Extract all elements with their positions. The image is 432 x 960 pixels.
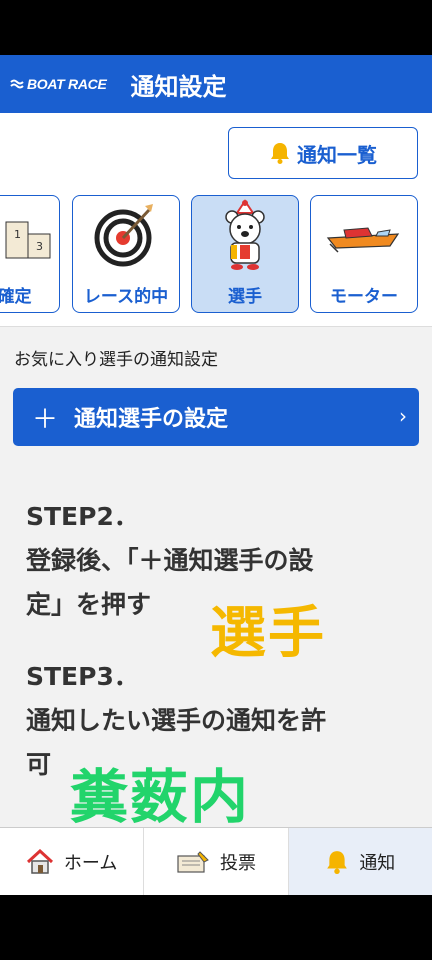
step2-line1: 登録後、「＋通知選手の設 [26, 546, 314, 575]
status-bar [0, 0, 432, 55]
app-screen: BOAT RACE 通知設定 通知一覧 1 3 ス [0, 55, 432, 895]
app-header: BOAT RACE 通知設定 [0, 55, 432, 113]
ticket-icon [176, 850, 210, 874]
system-nav-bar [0, 895, 432, 960]
nav-home[interactable]: ホーム [0, 828, 145, 895]
bell-icon [325, 848, 349, 876]
tab-race-result[interactable]: 1 3 ス確定 [0, 195, 60, 313]
nav-vote-label: 投票 [219, 852, 256, 874]
chevron-right-icon: › [399, 404, 407, 428]
step3-line1: 通知したい選手の通知を許 [26, 706, 327, 735]
step2-title: STEP2． [26, 502, 139, 531]
tab-race-result-label: ス確定 [0, 286, 32, 307]
tab-racer[interactable]: 選手 [191, 195, 299, 313]
tab-racer-label: 選手 [228, 286, 262, 307]
favorite-racer-setting-button[interactable]: ＋ 通知選手の設定 › [13, 388, 419, 446]
tab-race-hit-label: レース的中 [83, 286, 169, 307]
tab-race-hit[interactable]: レース的中 [72, 195, 180, 313]
setting-button-label: 通知選手の設定 [74, 407, 229, 432]
boatrace-logo[interactable]: BOAT RACE [10, 76, 107, 92]
bottom-navigation: ホーム 投票 通知 [0, 827, 432, 895]
bell-icon [271, 143, 289, 164]
notification-list-label: 通知一覧 [297, 142, 377, 167]
plus-icon: ＋ [31, 404, 58, 435]
tab-motor[interactable]: モーター [310, 195, 418, 313]
overlay-text-yellow: 選手 [210, 601, 326, 666]
svg-text:3: 3 [36, 240, 43, 253]
bear-mascot-icon [215, 196, 275, 274]
nav-vote[interactable]: 投票 [144, 828, 289, 895]
section-label: お気に入り選手の通知設定 [14, 350, 218, 370]
target-icon [91, 196, 161, 274]
svg-text:1: 1 [14, 228, 21, 241]
category-tabs: 1 3 ス確定 レース的中 [0, 195, 432, 315]
boat-icon [324, 196, 404, 274]
podium-icon: 1 3 [0, 196, 56, 274]
wave-logo-icon [10, 79, 24, 89]
page-title: 通知設定 [130, 72, 227, 101]
tab-motor-label: モーター [330, 286, 398, 307]
notification-category-panel: 通知一覧 1 3 ス確定 [0, 113, 432, 327]
logo-text: BOAT RACE [27, 76, 107, 92]
nav-notification-label: 通知 [359, 852, 396, 874]
nav-home-label: ホーム [63, 852, 118, 874]
notification-list-button[interactable]: 通知一覧 [228, 127, 418, 179]
home-icon [26, 848, 54, 875]
overlay-text-green: 糞薮内 [70, 763, 251, 831]
nav-notification[interactable]: 通知 [288, 828, 432, 895]
